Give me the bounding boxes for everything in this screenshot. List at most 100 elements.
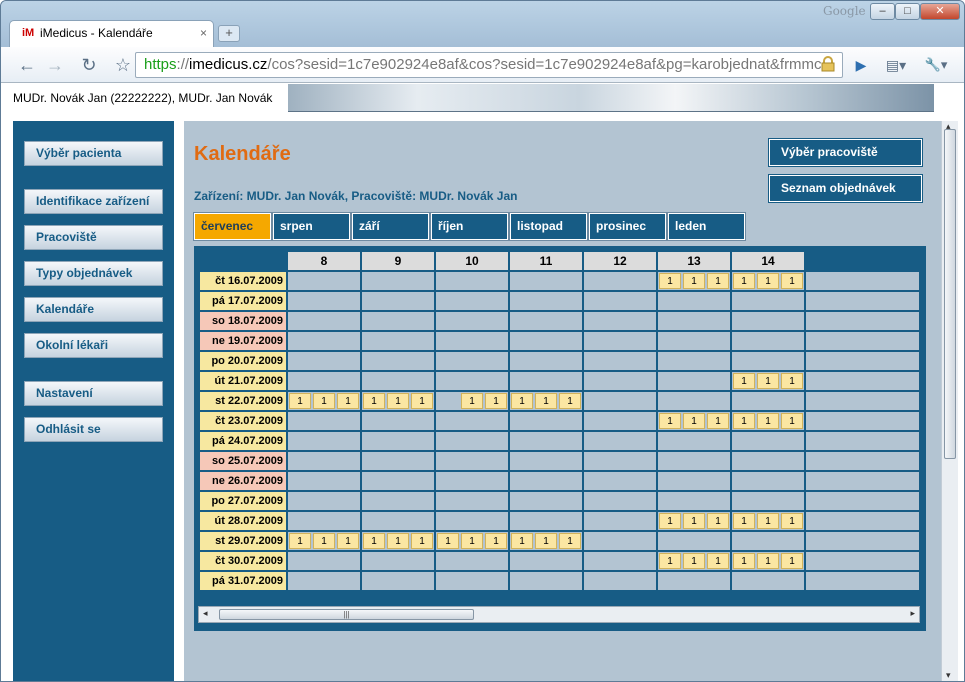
hour-cell[interactable] xyxy=(804,450,921,472)
hour-cell[interactable] xyxy=(508,270,584,292)
hour-cell[interactable] xyxy=(434,550,510,572)
appointment-slot[interactable]: 1 xyxy=(387,533,409,549)
address-bar[interactable]: https://imedicus.cz/cos?sesid=1c7e902924… xyxy=(135,52,843,78)
hour-cell[interactable] xyxy=(434,290,510,312)
sidebar-item-pracoviste[interactable]: Pracoviště xyxy=(24,225,163,250)
vertical-scrollbar[interactable]: ▴ ▾ xyxy=(941,121,958,681)
hour-cell[interactable] xyxy=(360,350,436,372)
hour-cell[interactable] xyxy=(582,370,658,392)
appointment-slot[interactable]: 1 xyxy=(289,533,311,549)
appointment-slot[interactable]: 1 xyxy=(411,533,433,549)
tab-prosinec[interactable]: prosinec xyxy=(588,212,667,241)
sidebar-item-vyber-pacienta[interactable]: Výběr pacienta xyxy=(24,141,163,166)
new-tab-button[interactable]: + xyxy=(218,25,240,42)
hour-cell[interactable] xyxy=(286,550,362,572)
hour-cell[interactable] xyxy=(360,470,436,492)
appointment-slot[interactable]: 1 xyxy=(757,273,779,289)
tab-srpen[interactable]: srpen xyxy=(272,212,351,241)
hour-cell[interactable]: 111 xyxy=(656,510,732,532)
hour-cell[interactable] xyxy=(508,350,584,372)
appointment-slot[interactable]: 1 xyxy=(659,553,681,569)
hour-cell[interactable]: 111 xyxy=(730,270,806,292)
hour-cell[interactable] xyxy=(508,550,584,572)
hour-cell[interactable] xyxy=(286,290,362,312)
hour-cell[interactable] xyxy=(582,450,658,472)
hour-cell[interactable] xyxy=(360,490,436,512)
hour-cell[interactable]: 111 xyxy=(360,390,436,412)
maximize-button[interactable]: □ xyxy=(895,3,920,20)
hour-cell[interactable] xyxy=(730,450,806,472)
hour-cell[interactable] xyxy=(804,550,921,572)
hour-cell[interactable] xyxy=(434,470,510,492)
hour-cell[interactable] xyxy=(730,310,806,332)
hour-cell[interactable] xyxy=(434,430,510,452)
hour-cell[interactable] xyxy=(804,310,921,332)
page-menu-icon[interactable]: ▤▾ xyxy=(881,53,911,77)
hour-cell[interactable] xyxy=(730,570,806,592)
hour-cell[interactable] xyxy=(286,330,362,352)
hour-cell[interactable] xyxy=(656,470,732,492)
hour-cell[interactable] xyxy=(434,570,510,592)
hour-cell[interactable] xyxy=(508,430,584,452)
hour-cell[interactable] xyxy=(804,570,921,592)
appointment-slot[interactable]: 1 xyxy=(535,533,557,549)
hour-cell[interactable] xyxy=(730,390,806,412)
tab-cervenec[interactable]: červenec xyxy=(193,212,272,241)
appointment-slot[interactable]: 1 xyxy=(683,513,705,529)
hour-cell[interactable] xyxy=(656,570,732,592)
hour-cell[interactable] xyxy=(360,370,436,392)
scroll-left-icon[interactable]: ◂ xyxy=(203,608,208,619)
hour-cell[interactable] xyxy=(286,490,362,512)
hour-cell[interactable] xyxy=(286,270,362,292)
close-button[interactable]: ✕ xyxy=(920,3,960,20)
hour-cell[interactable] xyxy=(434,270,510,292)
appointment-slot[interactable]: 1 xyxy=(707,513,729,529)
hour-cell[interactable] xyxy=(804,350,921,372)
appointment-slot[interactable]: 1 xyxy=(337,393,359,409)
seznam-objednavek-button[interactable]: Seznam objednávek xyxy=(768,174,923,203)
appointment-slot[interactable]: 1 xyxy=(411,393,433,409)
hour-cell[interactable]: 111 xyxy=(730,370,806,392)
hour-cell[interactable] xyxy=(508,370,584,392)
hour-cell[interactable]: 111 xyxy=(730,550,806,572)
appointment-slot[interactable]: 1 xyxy=(781,373,803,389)
back-icon[interactable]: ← xyxy=(15,53,39,77)
appointment-slot[interactable]: 1 xyxy=(781,413,803,429)
appointment-slot[interactable]: 1 xyxy=(511,533,533,549)
vyber-pracoviste-button[interactable]: Výběr pracoviště xyxy=(768,138,923,167)
tab-zari[interactable]: září xyxy=(351,212,430,241)
reload-icon[interactable]: ↻ xyxy=(77,53,101,77)
appointment-slot[interactable]: 1 xyxy=(337,533,359,549)
appointment-slot[interactable]: 1 xyxy=(733,373,755,389)
hour-cell[interactable] xyxy=(508,450,584,472)
hour-cell[interactable] xyxy=(434,370,510,392)
hour-cell[interactable] xyxy=(582,350,658,372)
appointment-slot[interactable]: 1 xyxy=(707,273,729,289)
appointment-slot[interactable]: 1 xyxy=(683,273,705,289)
hour-cell[interactable]: 111 xyxy=(656,270,732,292)
appointment-slot[interactable]: 1 xyxy=(437,533,459,549)
hour-cell[interactable] xyxy=(582,470,658,492)
appointment-slot[interactable]: 1 xyxy=(289,393,311,409)
hour-cell[interactable] xyxy=(730,530,806,552)
hour-cell[interactable] xyxy=(804,390,921,412)
hour-cell[interactable]: 111 xyxy=(508,530,584,552)
hour-cell[interactable] xyxy=(434,350,510,372)
hour-cell[interactable] xyxy=(360,570,436,592)
appointment-slot[interactable]: 1 xyxy=(313,393,335,409)
hour-cell[interactable] xyxy=(730,350,806,372)
hour-cell[interactable] xyxy=(656,310,732,332)
hour-cell[interactable] xyxy=(508,310,584,332)
hour-cell[interactable]: 111 xyxy=(286,390,362,412)
hour-cell[interactable] xyxy=(582,330,658,352)
hour-cell[interactable] xyxy=(582,410,658,432)
appointment-slot[interactable]: 1 xyxy=(461,393,483,409)
appointment-slot[interactable]: 1 xyxy=(733,553,755,569)
hour-cell[interactable]: 111 xyxy=(656,550,732,572)
appointment-slot[interactable]: 1 xyxy=(733,413,755,429)
hour-cell[interactable] xyxy=(582,290,658,312)
hour-cell[interactable] xyxy=(730,330,806,352)
tab-close-icon[interactable]: × xyxy=(200,21,207,46)
hour-cell[interactable] xyxy=(656,350,732,372)
appointment-slot[interactable]: 1 xyxy=(733,513,755,529)
